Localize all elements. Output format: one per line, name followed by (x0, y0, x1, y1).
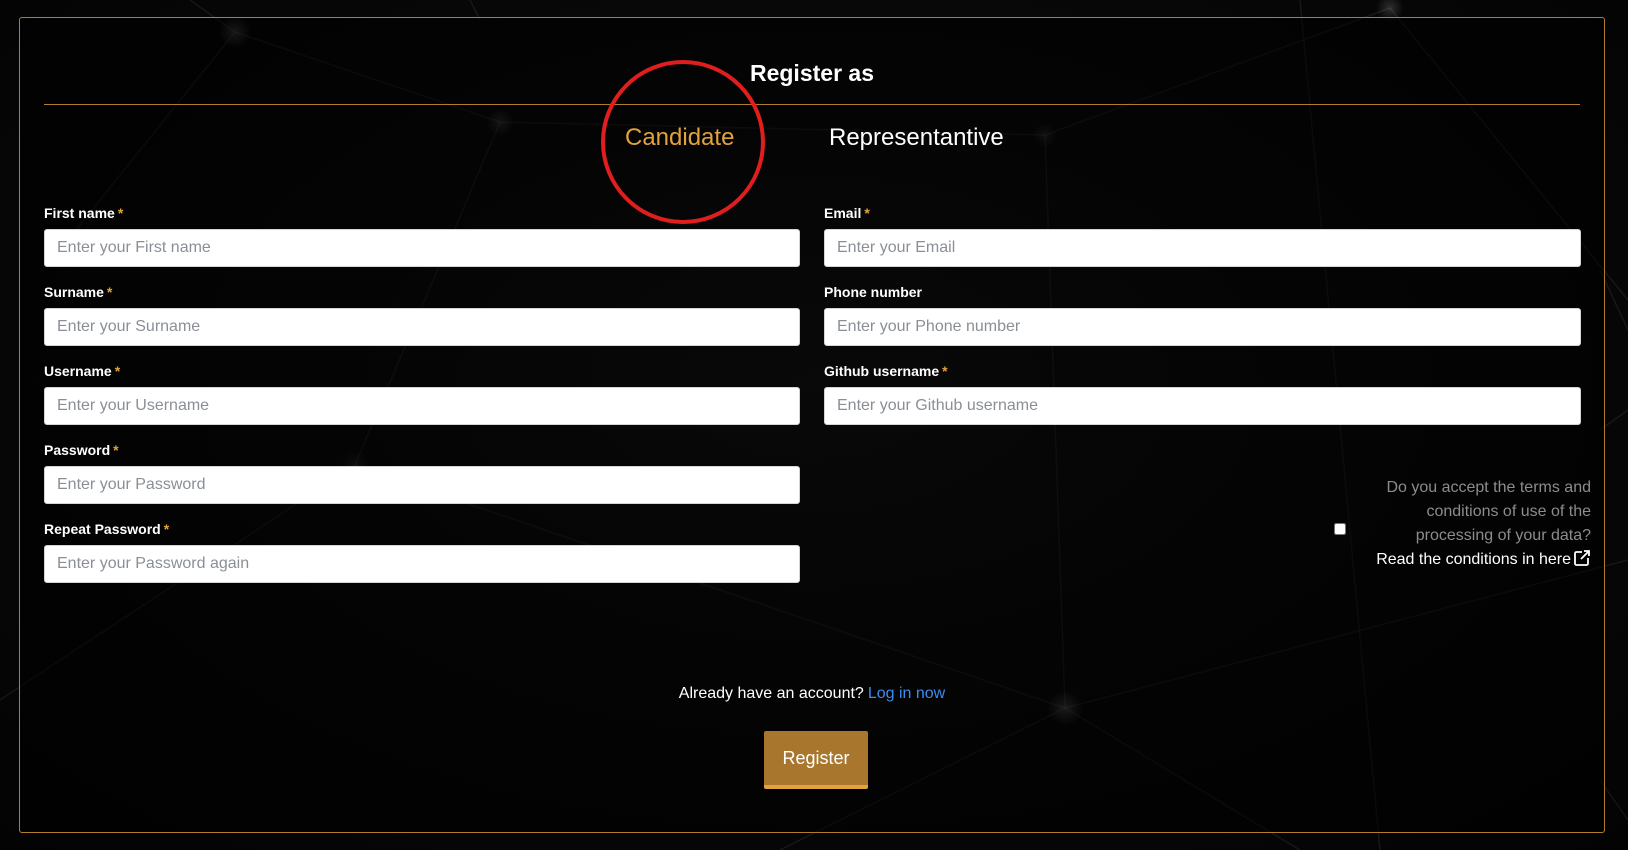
password-input[interactable] (44, 466, 800, 504)
github-input[interactable] (824, 387, 1581, 425)
password-label: Password * (44, 442, 119, 458)
register-button[interactable]: Register (764, 731, 868, 789)
external-link-icon (1573, 549, 1591, 575)
email-input[interactable] (824, 229, 1581, 267)
login-prompt: Already have an account? (678, 685, 864, 702)
read-conditions-label: Read the conditions in here (1376, 551, 1571, 568)
login-prompt-row: Already have an account? Log in now (20, 685, 1604, 703)
username-input[interactable] (44, 387, 800, 425)
repeat-password-label: Repeat Password * (44, 521, 170, 537)
github-label: Github username * (824, 363, 948, 379)
email-label: Email * (824, 205, 870, 221)
title-divider (44, 104, 1580, 105)
repeat-password-input[interactable] (44, 545, 800, 583)
page-title: Register as (749, 60, 874, 86)
terms-line: Do you accept the terms and (1386, 479, 1591, 496)
register-panel: Register as Candidate Representantive Fi… (19, 17, 1605, 833)
phone-input[interactable] (824, 308, 1581, 346)
terms-line: conditions of use of the (1426, 503, 1591, 520)
tab-representative[interactable]: Representantive (829, 124, 1004, 152)
surname-label: Surname * (44, 284, 113, 300)
tab-candidate[interactable]: Candidate (625, 124, 734, 152)
first-name-label: First name * (44, 205, 124, 221)
terms-line: processing of your data? (1415, 527, 1591, 544)
username-label: Username * (44, 363, 121, 379)
read-conditions-link[interactable]: Read the conditions in here (1376, 550, 1591, 568)
terms-question: Do you accept the terms and conditions o… (1220, 476, 1591, 548)
first-name-input[interactable] (44, 229, 800, 267)
login-link[interactable]: Log in now (868, 685, 945, 702)
surname-input[interactable] (44, 308, 800, 346)
phone-label: Phone number (824, 284, 923, 300)
terms-link-row: Read the conditions in here (1220, 548, 1591, 575)
